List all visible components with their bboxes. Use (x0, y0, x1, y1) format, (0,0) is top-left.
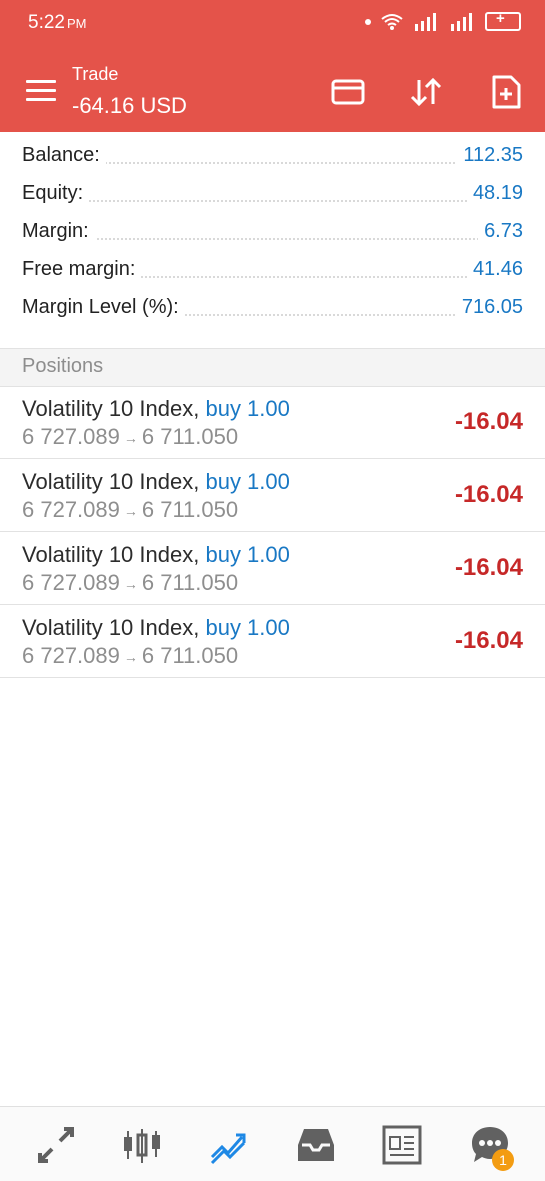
tab-quotes[interactable] (34, 1123, 78, 1167)
summary-label: Margin Level (%): (22, 296, 185, 319)
trade-icon (210, 1133, 246, 1165)
tab-trade[interactable] (206, 1123, 250, 1167)
tab-news[interactable] (380, 1123, 424, 1167)
summary-value: 112.35 (457, 144, 523, 167)
position-symbol: Volatility 10 Index, buy 1.00 (22, 615, 290, 641)
symbol-name: Volatility 10 Index, (22, 542, 200, 567)
position-prices: 6 727.089 → 6 711.050 (22, 570, 238, 596)
account-profit: -64.16 USD (72, 93, 187, 118)
position-prices: 6 727.089 → 6 711.050 (22, 497, 238, 523)
bottom-navigation: 1 (0, 1106, 545, 1181)
positions-header-label: Positions (22, 355, 104, 377)
wifi-icon (381, 13, 403, 30)
position-row[interactable]: Volatility 10 Index, buy 1.00 6 727.089 →… (0, 459, 545, 532)
position-profit: -16.04 (454, 627, 523, 654)
card-icon (331, 79, 365, 105)
positions-section-header: Positions (0, 348, 545, 387)
open-price: 6 727.089 (22, 570, 120, 595)
news-icon (382, 1125, 422, 1165)
account-summary: Balance: 112.35 Equity: 48.19 Margin: 6.73 … (0, 132, 545, 322)
deposit-button[interactable] (330, 74, 366, 110)
position-symbol: Volatility 10 Index, buy 1.00 (22, 396, 290, 422)
summary-value: 48.19 (466, 182, 523, 205)
open-price: 6 727.089 (22, 643, 120, 668)
summary-row-equity: Equity: 48.19 (0, 170, 545, 208)
position-symbol: Volatility 10 Index, buy 1.00 (22, 469, 290, 495)
quotes-icon (38, 1127, 74, 1163)
chat-badge: 1 (492, 1149, 514, 1171)
position-side: buy 1.00 (205, 542, 290, 567)
summary-row-margin: Margin: 6.73 (0, 208, 545, 246)
position-row[interactable]: Volatility 10 Index, buy 1.00 6 727.089 →… (0, 386, 545, 459)
notification-dot-icon (365, 18, 371, 25)
current-price: 6 711.050 (141, 497, 239, 522)
position-row[interactable]: Volatility 10 Index, buy 1.00 6 727.089 →… (0, 532, 545, 605)
position-prices: 6 727.089 → 6 711.050 (22, 424, 238, 450)
new-document-icon (492, 75, 521, 109)
hamburger-line (26, 98, 56, 101)
chart-icon (124, 1129, 160, 1163)
position-side: buy 1.00 (205, 396, 290, 421)
history-icon (298, 1129, 334, 1161)
symbol-name: Volatility 10 Index, (22, 469, 200, 494)
hamburger-line (26, 89, 56, 92)
open-price: 6 727.089 (22, 424, 120, 449)
symbol-name: Volatility 10 Index, (22, 615, 200, 640)
position-row[interactable]: Volatility 10 Index, buy 1.00 6 727.089 →… (0, 605, 545, 678)
arrow-right-icon: → (123, 649, 138, 666)
position-side: buy 1.00 (205, 615, 290, 640)
current-price: 6 711.050 (141, 643, 239, 668)
symbol-name: Volatility 10 Index, (22, 396, 200, 421)
summary-value: 41.46 (466, 258, 523, 281)
position-profit: -16.04 (454, 481, 523, 508)
summary-value: 716.05 (455, 296, 523, 319)
summary-row-free-margin: Free margin: 41.46 (0, 246, 545, 284)
new-order-button[interactable] (488, 74, 524, 110)
summary-label: Balance: (22, 144, 106, 167)
positions-list: Volatility 10 Index, buy 1.00 6 727.089 →… (0, 386, 545, 678)
summary-label: Equity: (22, 182, 90, 205)
arrow-right-icon: → (123, 576, 138, 593)
arrow-right-icon: → (123, 503, 138, 520)
summary-value: 6.73 (478, 220, 523, 243)
tab-history[interactable] (294, 1123, 338, 1167)
dotted-leader (22, 238, 523, 240)
status-time-value: 5:22 (28, 12, 65, 33)
sort-icon (410, 77, 442, 107)
status-ampm: PM (66, 16, 87, 31)
signal-icon-2 (451, 12, 472, 31)
app-header: 5:22PM Trade -64.16 USD (0, 0, 545, 132)
position-profit: -16.04 (454, 554, 523, 581)
sort-button[interactable] (408, 74, 444, 110)
tab-chat[interactable]: 1 (468, 1123, 514, 1171)
signal-icon (415, 12, 436, 31)
tab-chart[interactable] (120, 1123, 164, 1167)
current-price: 6 711.050 (141, 424, 239, 449)
open-price: 6 727.089 (22, 497, 120, 522)
status-time: 5:22 PM (28, 12, 86, 34)
dotted-leader (22, 200, 523, 202)
summary-row-balance: Balance: 112.35 (0, 132, 545, 170)
position-prices: 6 727.089 → 6 711.050 (22, 643, 238, 669)
position-symbol: Volatility 10 Index, buy 1.00 (22, 542, 290, 568)
arrow-right-icon: → (123, 430, 138, 447)
battery-icon (485, 10, 521, 31)
summary-row-margin-level: Margin Level (%): 716.05 (0, 284, 545, 322)
summary-label: Free margin: (22, 258, 142, 281)
page-title: Trade (72, 64, 119, 84)
current-price: 6 711.050 (141, 570, 239, 595)
position-side: buy 1.00 (205, 469, 290, 494)
position-profit: -16.04 (454, 408, 523, 435)
hamburger-line (26, 80, 56, 83)
status-icons (365, 10, 521, 31)
summary-label: Margin: (22, 220, 95, 243)
menu-button[interactable] (26, 80, 56, 102)
